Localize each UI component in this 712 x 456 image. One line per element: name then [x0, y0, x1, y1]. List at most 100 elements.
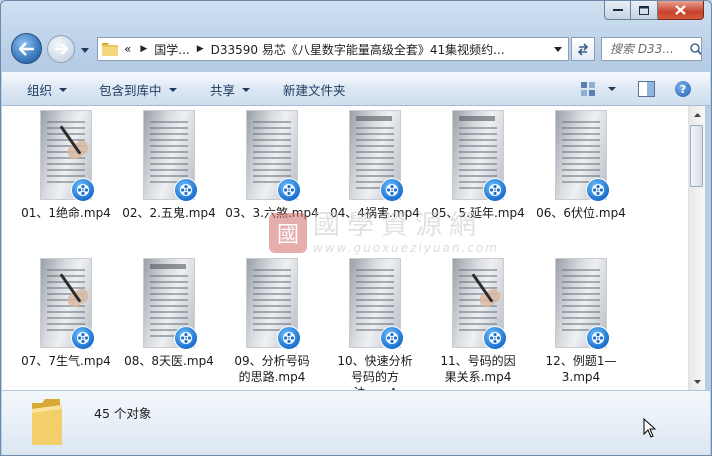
window-caption-buttons	[604, 1, 704, 20]
video-reel-icon	[77, 184, 89, 196]
help-icon: ?	[679, 82, 687, 96]
video-file-icon	[71, 178, 95, 202]
video-file-icon	[380, 178, 404, 202]
file-name: 11、号码的因果关系.mp4	[440, 354, 516, 384]
file-item[interactable]: 07、7生气.mp4	[16, 259, 116, 369]
close-icon	[675, 5, 686, 15]
breadcrumb-item-current[interactable]: D33590 易芯《八星数字能量高级全套》41集视频约...	[211, 41, 505, 58]
new-folder-button[interactable]: 新建文件夹	[283, 73, 346, 106]
file-item[interactable]: 09、分析号码的思路.mp4	[222, 259, 322, 385]
minimize-icon	[612, 9, 623, 11]
preview-pane-button[interactable]	[638, 81, 655, 100]
video-reel-icon	[77, 332, 89, 344]
video-file-icon	[483, 326, 507, 350]
back-button[interactable]	[11, 33, 42, 64]
breadcrumb-overflow[interactable]: «	[124, 42, 131, 56]
chevron-up-icon	[693, 112, 701, 117]
chevron-down-icon	[242, 87, 251, 92]
breadcrumb-separator-icon[interactable]: ▶	[140, 44, 147, 54]
video-file-icon	[277, 326, 301, 350]
maximize-button[interactable]	[631, 1, 658, 20]
minimize-button[interactable]	[604, 1, 631, 20]
close-button[interactable]	[658, 1, 704, 20]
video-reel-icon	[283, 332, 295, 344]
command-bar: 组织 包含到库中 共享 新建文件夹 ?	[2, 72, 710, 106]
video-file-icon	[277, 178, 301, 202]
folder-icon	[102, 42, 118, 56]
help-button[interactable]: ?	[675, 81, 691, 97]
file-list[interactable]: 01、1绝命.mp4 02、2.五鬼.mp4 03、3.六煞.mp4 04、4祸害.m…	[2, 106, 688, 390]
video-reel-icon	[489, 332, 501, 344]
address-dropdown[interactable]	[554, 38, 562, 60]
chevron-down-icon	[81, 47, 89, 53]
file-name: 02、2.五鬼.mp4	[122, 206, 216, 220]
view-options-icon	[581, 82, 595, 96]
file-name: 10、快速分析号码的方法.mp4	[337, 354, 413, 390]
chevron-down-icon	[168, 87, 177, 92]
scroll-down-button[interactable]	[689, 373, 705, 390]
file-item[interactable]: 03、3.六煞.mp4	[222, 111, 322, 221]
chevron-down-icon	[608, 87, 616, 91]
video-file-icon	[380, 326, 404, 350]
breadcrumb-item-guoxue[interactable]: 国学...	[154, 41, 189, 58]
file-name: 06、6伏位.mp4	[536, 206, 626, 220]
recent-pages-dropdown[interactable]	[79, 45, 91, 55]
search-input[interactable]	[608, 41, 688, 57]
video-file-icon	[174, 178, 198, 202]
file-name: 01、1绝命.mp4	[21, 206, 111, 220]
navigation-bar: « ▶ 国学... ▶ D33590 易芯《八星数字能量高级全套》41集视频约.…	[1, 26, 711, 66]
maximize-icon	[639, 5, 649, 15]
file-item[interactable]: 04、4祸害.mp4	[325, 111, 425, 221]
file-name: 09、分析号码的思路.mp4	[234, 354, 310, 384]
new-folder-label: 新建文件夹	[283, 83, 346, 98]
video-reel-icon	[386, 332, 398, 344]
video-reel-icon	[592, 332, 604, 344]
file-item[interactable]: 02、2.五鬼.mp4	[119, 111, 219, 221]
details-pane: 45 个对象	[2, 390, 710, 455]
file-name: 08、8天医.mp4	[124, 354, 214, 368]
video-file-icon	[586, 326, 610, 350]
organize-menu[interactable]: 组织	[27, 73, 68, 106]
file-name: 05、5.延年.mp4	[431, 206, 525, 220]
video-reel-icon	[180, 184, 192, 196]
folder-icon	[32, 399, 62, 445]
explorer-window: « ▶ 国学... ▶ D33590 易芯《八星数字能量高级全套》41集视频约.…	[0, 0, 712, 456]
breadcrumb-separator-icon[interactable]: ▶	[197, 44, 204, 54]
vertical-scrollbar[interactable]	[688, 106, 705, 390]
file-item[interactable]: 10、快速分析号码的方法.mp4	[325, 259, 425, 390]
video-reel-icon	[592, 184, 604, 196]
video-file-icon	[174, 326, 198, 350]
share-menu[interactable]: 共享	[210, 73, 251, 106]
file-item[interactable]: 05、5.延年.mp4	[428, 111, 528, 221]
mouse-pointer-icon	[643, 418, 657, 438]
file-item[interactable]: 06、6伏位.mp4	[531, 111, 631, 221]
file-name: 03、3.六煞.mp4	[225, 206, 319, 220]
file-item[interactable]: 12、例题1—3.mp4	[531, 259, 631, 385]
include-in-library-menu[interactable]: 包含到库中	[99, 73, 177, 106]
address-bar[interactable]: « ▶ 国学... ▶ D33590 易芯《八星数字能量高级全套》41集视频约.…	[97, 37, 569, 61]
file-item[interactable]: 08、8天医.mp4	[119, 259, 219, 369]
preview-pane-icon	[638, 81, 655, 97]
search-box[interactable]	[601, 37, 702, 61]
item-count: 45 个对象	[94, 406, 152, 421]
back-arrow-icon	[18, 41, 34, 56]
change-view-button[interactable]	[580, 81, 616, 97]
refresh-button[interactable]	[571, 37, 595, 61]
scrollbar-thumb[interactable]	[690, 125, 703, 187]
search-icon[interactable]	[690, 42, 701, 56]
refresh-icon	[577, 43, 589, 56]
file-name: 12、例题1—3.mp4	[545, 354, 617, 384]
organize-label: 组织	[27, 83, 53, 98]
video-file-icon	[586, 178, 610, 202]
video-reel-icon	[283, 184, 295, 196]
forward-arrow-icon	[55, 43, 68, 55]
video-reel-icon	[180, 332, 192, 344]
file-item[interactable]: 01、1绝命.mp4	[16, 111, 116, 221]
video-file-icon	[71, 326, 95, 350]
video-reel-icon	[489, 184, 501, 196]
chevron-down-icon	[693, 379, 701, 384]
forward-button[interactable]	[47, 35, 75, 63]
file-item[interactable]: 11、号码的因果关系.mp4	[428, 259, 528, 385]
scroll-up-button[interactable]	[689, 106, 705, 123]
chevron-down-icon	[554, 46, 562, 52]
